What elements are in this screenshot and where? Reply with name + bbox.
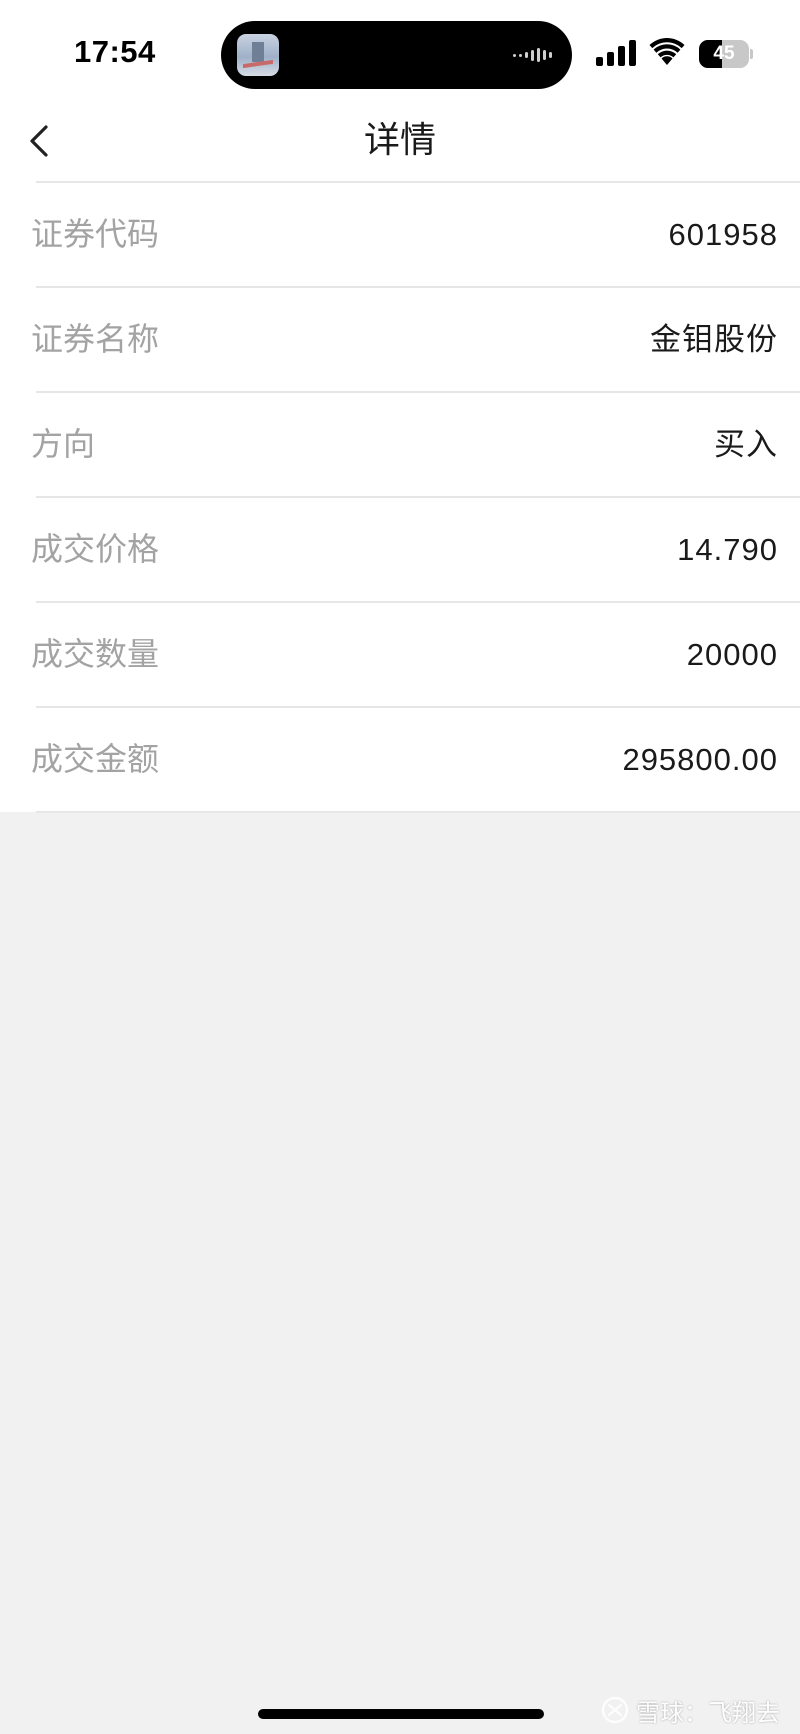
watermark: 雪球：飞翔去 [600,1692,780,1728]
detail-row-security-code: 证券代码 601958 [0,183,800,288]
battery-cap [750,49,753,59]
dynamic-island[interactable] [221,21,572,89]
battery-icon: 45 [699,40,753,68]
battery-level: 45 [713,43,735,64]
row-value: 14.790 [677,532,778,567]
row-value: 601958 [668,217,778,252]
battery-body: 45 [699,40,749,68]
detail-list: 证券代码 601958 证券名称 金钼股份 方向 买入 成交价格 14.790 … [0,183,800,813]
detail-row-quantity: 成交数量 20000 [0,603,800,708]
detail-row-security-name: 证券名称 金钼股份 [0,288,800,393]
home-indicator[interactable] [258,1709,544,1719]
row-label: 证券代码 [31,216,160,252]
page-title: 详情 [363,119,436,160]
row-value: 金钼股份 [650,322,778,357]
row-value: 295800.00 [622,742,778,777]
wifi-icon [649,38,685,65]
detail-row-price: 成交价格 14.790 [0,498,800,603]
navigation-bar: 详情 [0,100,800,182]
row-label: 成交数量 [31,636,160,672]
row-label: 成交价格 [31,531,160,567]
audio-wave-icon [513,48,552,62]
detail-row-amount: 成交金额 295800.00 [0,708,800,813]
now-playing-thumbnail[interactable] [237,34,279,76]
watermark-text: 雪球：飞翔去 [636,1699,780,1727]
status-bar: 17:54 45 [0,0,800,100]
row-label: 成交金额 [31,741,160,777]
row-label: 方向 [31,426,96,462]
detail-card: 17:54 45 详情 证券代码 601958 证券名称 金钼股份 方向 买入 … [0,0,800,813]
trade-detail-screen: 17:54 45 详情 证券代码 601958 证券名称 金钼股份 方向 买入 … [0,0,800,1734]
row-value: 20000 [686,637,778,672]
status-time: 17:54 [74,34,156,69]
row-label: 证券名称 [31,321,160,357]
row-value: 买入 [714,427,778,462]
snowball-logo-icon [601,1696,629,1724]
detail-row-direction: 方向 买入 [0,393,800,498]
signal-icon [596,40,636,66]
